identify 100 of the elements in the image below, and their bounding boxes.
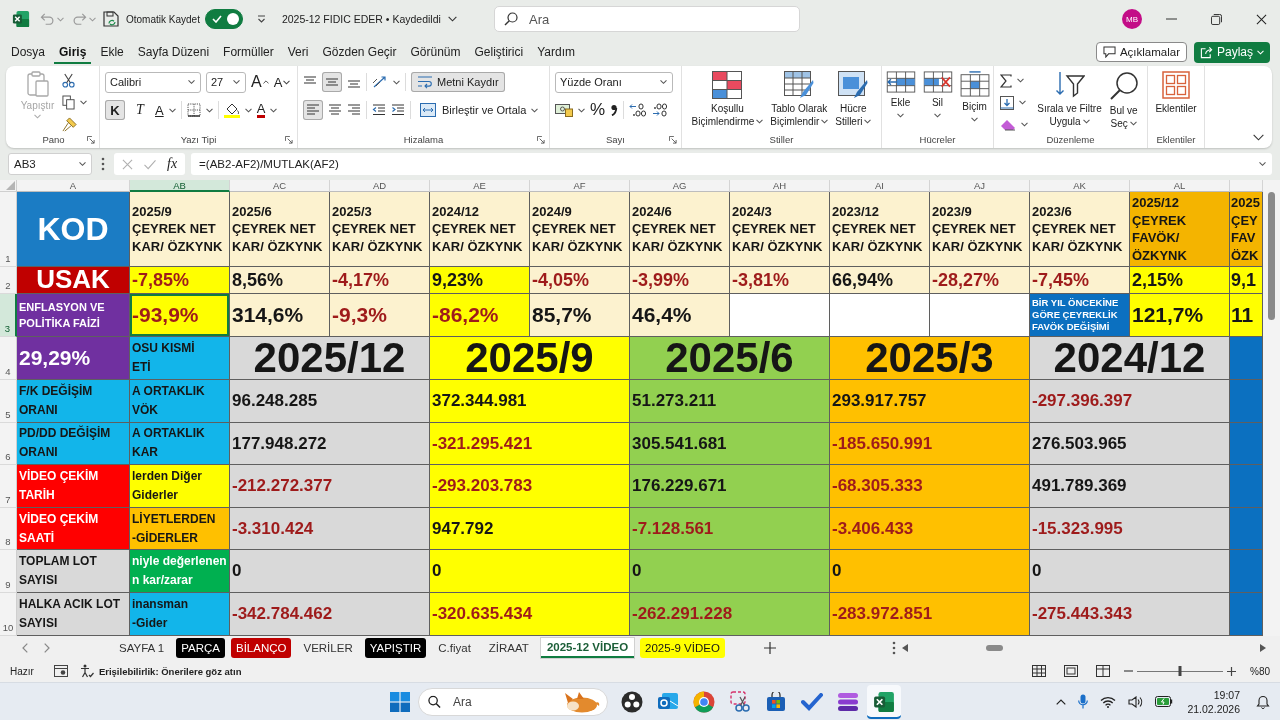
row-header[interactable]: 6 [0,422,17,466]
sheet-tab[interactable]: VERİLER [297,638,359,658]
sheet-tab[interactable]: SAYFA 1 [113,638,171,658]
avatar[interactable]: MB [1122,9,1142,29]
bell-icon[interactable] [1256,694,1270,709]
fill-down-icon[interactable] [1000,95,1015,110]
caret-icon[interactable] [233,79,240,85]
row-header[interactable]: 4 [0,337,17,380]
row-header[interactable]: 2 [0,267,17,294]
scissors-icon[interactable] [61,73,75,88]
row-header[interactable]: 7 [0,465,17,508]
formula-field[interactable]: =(AB2-AF2)/MUTLAK(AF2) [191,153,1272,175]
sheet-tab[interactable]: PARÇA [176,638,225,658]
column-header[interactable]: AL [1130,180,1230,192]
collapse-ribbon-icon[interactable] [1253,134,1264,141]
zoom-slider-thumb[interactable] [1178,666,1182,676]
ribbon-tab[interactable]: Dosya [6,40,50,64]
ribbon-tab[interactable]: Formüller [218,40,279,64]
row-header[interactable]: 3 [0,294,17,337]
macro-record-icon[interactable] [53,665,68,677]
taskbar-search-field[interactable]: Ara [418,687,608,716]
middle-align-button[interactable] [322,72,342,92]
scroll-right-icon[interactable] [1260,644,1266,652]
zoom-level[interactable]: %80 [1250,665,1270,677]
ribbon-tab[interactable]: Giriş [54,40,92,64]
caret-icon[interactable] [1082,118,1090,124]
column-header[interactable]: AC [230,180,330,192]
dialog-launcher-icon[interactable] [669,135,677,144]
ribbon-tab[interactable]: Gözden Geçir [317,40,402,64]
column-header[interactable]: AE [430,180,530,192]
page-view-icon[interactable] [1064,665,1078,677]
four-squares-icon[interactable] [390,691,410,712]
share-button[interactable]: Paylaş [1193,41,1270,63]
font-name-field[interactable]: Calibri [105,71,201,93]
column-header[interactable]: AG [630,180,730,192]
speaker-icon[interactable] [1128,695,1144,708]
chevron-up-icon[interactable] [1056,698,1067,705]
merge-center-button[interactable]: Birleştir ve Ortala [420,103,527,117]
vertical-scrollbar[interactable] [1263,180,1280,636]
save-icon[interactable] [103,11,119,27]
sheet-tab[interactable]: BİLANÇO [230,638,292,658]
clock-date[interactable]: 21.02.2026 [1187,701,1240,716]
comments-button[interactable]: Açıklamalar [1095,42,1187,62]
sheet-tab[interactable]: C.fiyat [432,638,477,658]
format-as-table-button[interactable]: Tablo Olarak Biçimlendir [768,71,831,128]
banknote-icon[interactable] [555,103,573,117]
page-break-view-icon[interactable] [1096,665,1110,677]
column-header[interactable]: A [17,180,130,192]
caret-icon[interactable] [79,100,87,105]
sheet-tab[interactable]: ZİRAAT [482,638,535,658]
caret-icon[interactable] [934,112,941,118]
spreadsheet-icon[interactable] [12,10,30,28]
wrap-text-button[interactable]: Metni Kaydır [411,72,505,92]
caret-icon[interactable] [660,79,667,85]
column-header[interactable]: AD [330,180,430,192]
dropdown-caret-icon[interactable] [256,15,266,23]
row-header[interactable]: 5 [0,380,17,423]
caret-icon[interactable] [168,107,176,113]
autosave-toggle[interactable] [204,9,243,29]
align-center-icon[interactable] [328,104,342,116]
vertical-ellipsis-icon[interactable] [892,641,896,655]
sigma-icon[interactable] [1000,73,1013,88]
clock-time[interactable]: 19:07 [1213,687,1240,702]
decrease-decimal-icon[interactable] [629,103,648,117]
sheet-tab[interactable]: 2025-12 VİDEO [540,638,635,658]
caret-icon[interactable] [205,107,213,113]
caret-icon[interactable] [188,79,195,85]
column-header[interactable]: AF [530,180,630,192]
chevron-right-icon[interactable] [44,643,50,653]
close-icon[interactable] [1256,13,1267,25]
insert-function-button[interactable]: fx [167,156,178,172]
dialog-launcher-icon[interactable] [87,135,95,144]
number-format-field[interactable]: Yüzde Oranı [555,71,673,93]
column-header[interactable]: AJ [930,180,1030,192]
bold-button[interactable]: K [105,100,125,120]
align-left-button[interactable] [303,100,323,120]
font-size-field[interactable]: 27 [206,71,246,93]
caret-icon[interactable] [531,107,539,113]
column-header[interactable]: AH [730,180,830,192]
insert-button[interactable]: Ekle [883,71,918,118]
caret-icon[interactable] [1019,100,1027,105]
battery-icon[interactable] [1155,696,1174,707]
name-box[interactable]: AB3 [8,153,92,175]
format-button[interactable]: Biçim [957,71,992,122]
diagonal-arrow-icon[interactable] [372,75,388,89]
caret-icon[interactable] [79,161,86,167]
chevron-left-icon[interactable] [22,643,28,653]
restore-icon[interactable] [1211,13,1222,25]
caret-icon[interactable] [864,118,872,124]
increase-indent-icon[interactable] [391,104,405,116]
plus-icon[interactable] [1227,666,1236,676]
sort-filter-button[interactable]: Sırala ve Filtre Uygula [1035,71,1104,128]
row-header[interactable]: 1 [0,192,17,267]
scroll-left-icon[interactable] [902,644,908,652]
brush-icon[interactable] [61,117,77,132]
sheet-tab[interactable]: 2025-9 VİDEO [640,638,725,658]
sheet-tab[interactable]: YAPIŞTIR [364,638,427,658]
font-color-button[interactable]: A [256,102,266,118]
dialog-launcher-icon[interactable] [537,135,545,144]
copy-icon[interactable] [61,95,75,110]
